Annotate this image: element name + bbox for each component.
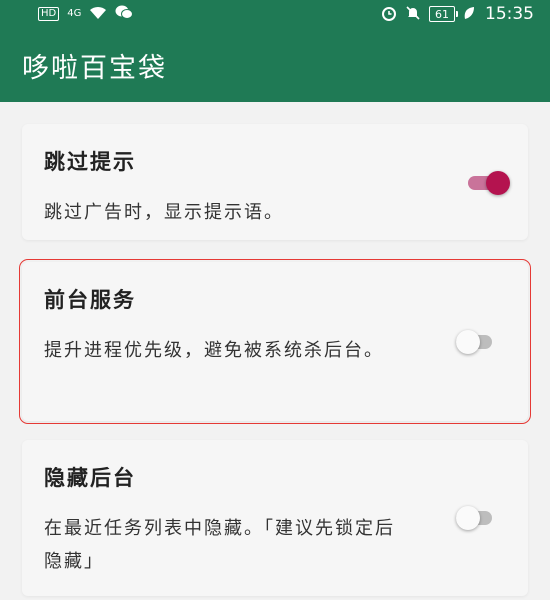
battery-icon: 61 [429, 6, 458, 22]
wifi-icon [89, 6, 107, 23]
alarm-icon [381, 5, 397, 24]
setting-title: 隐藏后台 [44, 466, 136, 490]
skip-tip-toggle[interactable] [468, 171, 510, 195]
setting-title: 前台服务 [44, 288, 136, 312]
signal-label: 4G [67, 8, 82, 19]
hd-badge: HD [38, 7, 60, 21]
setting-description: 跳过广告时，显示提示语。 [44, 202, 284, 223]
setting-description: 在最近任务列表中隐藏。「建议先锁定后隐藏」 [44, 518, 395, 572]
wechat-icon [115, 5, 134, 23]
setting-title: 跳过提示 [44, 150, 136, 174]
toggle-thumb [486, 171, 510, 195]
status-bar: HD 4G 61 15:35 [0, 0, 550, 28]
hide-background-toggle[interactable] [456, 506, 496, 530]
leaf-icon [463, 6, 475, 23]
toggle-thumb [456, 506, 480, 530]
status-time: 15:35 [485, 4, 534, 24]
setting-card-skip-tip[interactable]: 跳过提示 跳过广告时，显示提示语。 [22, 124, 528, 240]
foreground-service-toggle[interactable] [456, 330, 496, 354]
toggle-thumb [456, 330, 480, 354]
app-bar: 哆啦百宝袋 [0, 28, 550, 102]
mute-icon [405, 5, 421, 24]
setting-card-hide-background[interactable]: 隐藏后台 在最近任务列表中隐藏。「建议先锁定后隐藏」 [22, 440, 528, 596]
setting-card-foreground-service[interactable]: 前台服务 提升进程优先级，避免被系统杀后台。 [19, 259, 531, 424]
battery-level: 61 [435, 7, 449, 21]
app-title: 哆啦百宝袋 [22, 52, 167, 84]
setting-description: 提升进程优先级，避免被系统杀后台。 [44, 340, 384, 361]
